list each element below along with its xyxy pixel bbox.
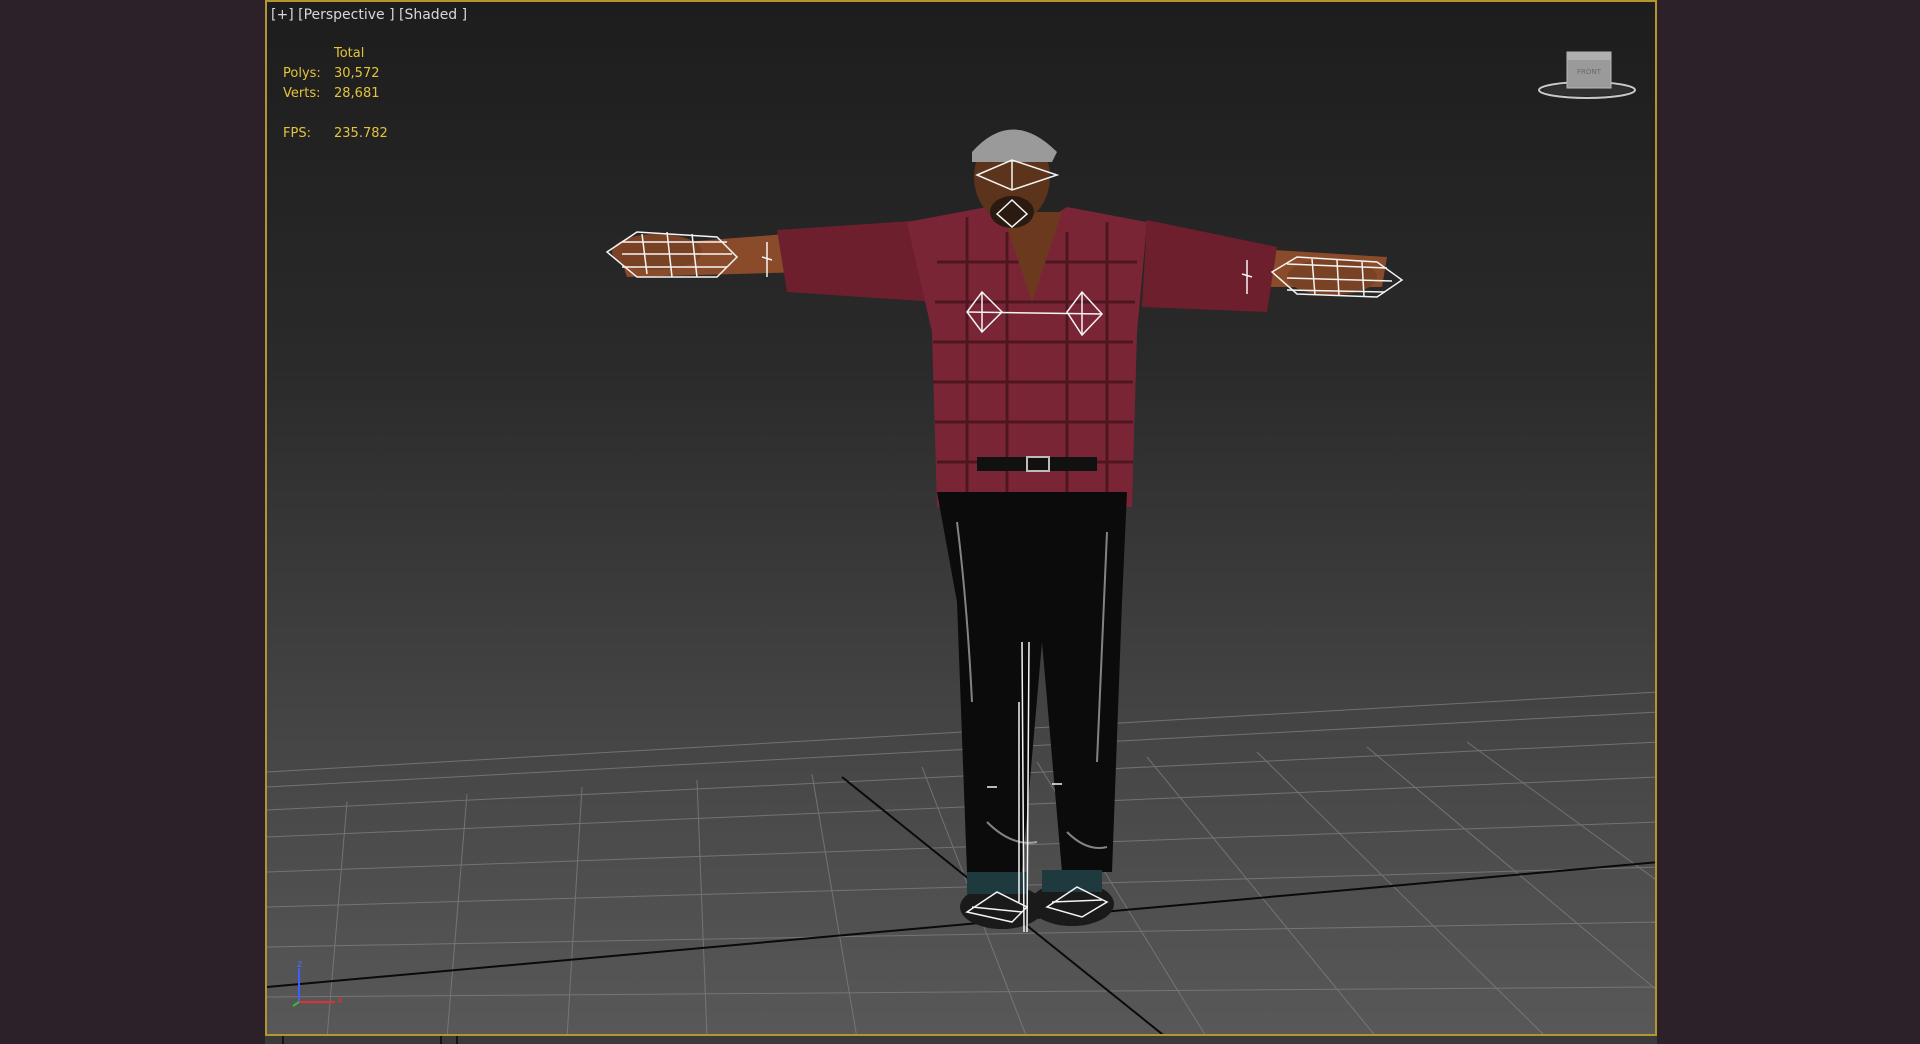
viewcube-face-label: FRONT bbox=[1577, 68, 1602, 76]
axis-tripod-icon: z x bbox=[292, 959, 343, 1007]
app-window: [+] [Perspective ] [Shaded ] Total Polys… bbox=[0, 0, 1920, 1044]
stats-spacer bbox=[283, 44, 334, 64]
bottom-toolbar-strip bbox=[265, 1036, 1657, 1044]
toolbar-divider bbox=[282, 1036, 284, 1044]
toolbar-divider bbox=[456, 1036, 458, 1044]
ground-grid bbox=[267, 691, 1655, 1034]
viewcube-icon[interactable]: FRONT bbox=[1537, 48, 1637, 104]
polys-value: 30,572 bbox=[334, 66, 380, 81]
polys-label: Polys: bbox=[283, 66, 321, 81]
axis-z-label: z bbox=[297, 959, 302, 970]
toolbar-divider bbox=[440, 1036, 442, 1044]
perspective-viewport[interactable]: [+] [Perspective ] [Shaded ] Total Polys… bbox=[265, 0, 1657, 1036]
verts-label: Verts: bbox=[283, 86, 321, 101]
stats-polys-row: Polys: 30,572 bbox=[283, 64, 388, 84]
scene-canvas[interactable] bbox=[267, 2, 1657, 1036]
viewport-label[interactable]: [+] [Perspective ] [Shaded ] bbox=[271, 7, 467, 23]
stats-fps-row: FPS: 235.782 bbox=[283, 124, 388, 144]
stats-header: Total bbox=[334, 46, 365, 61]
fps-value: 235.782 bbox=[334, 126, 388, 141]
fps-label: FPS: bbox=[283, 126, 311, 141]
verts-value: 28,681 bbox=[334, 86, 380, 101]
stats-verts-row: Verts: 28,681 bbox=[283, 84, 388, 104]
statistics-overlay: Total Polys: 30,572 Verts: 28,681 FPS: 2… bbox=[283, 44, 388, 144]
character-model[interactable] bbox=[612, 129, 1387, 930]
axis-x-label: x bbox=[337, 995, 343, 1006]
